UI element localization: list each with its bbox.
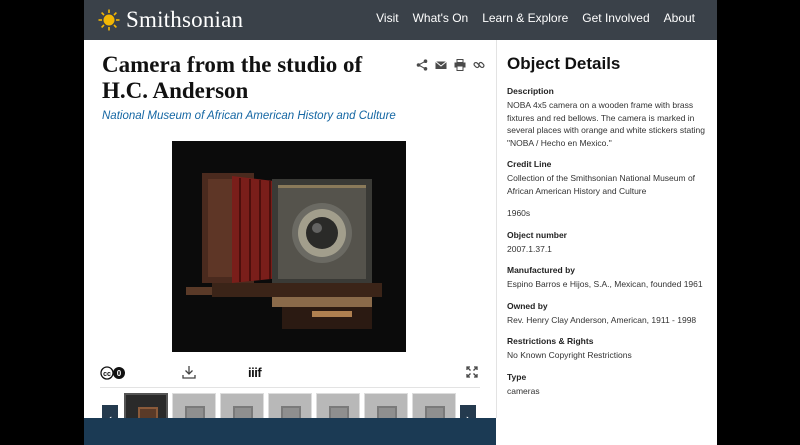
- owned-by-label: Owned by: [507, 300, 548, 311]
- type-value: cameras: [507, 385, 540, 396]
- museum-link[interactable]: National Museum of African American Hist…: [102, 110, 396, 122]
- details-panel-bottom: [496, 418, 717, 445]
- owned-by-value: Rev. Henry Clay Anderson, American, 1911…: [507, 314, 697, 325]
- restrictions-value: No Known Copyright Restrictions: [507, 350, 632, 360]
- type-label: Type: [507, 371, 527, 382]
- smithsonian-logo[interactable]: Smithsonian: [98, 7, 243, 33]
- nav-whats-on[interactable]: What's On: [413, 11, 469, 25]
- credit-line-label: Credit Line: [507, 159, 552, 169]
- expand-icon[interactable]: [466, 365, 478, 383]
- object-number-value: 2007.1.37.1: [507, 243, 552, 254]
- title-line-1: Camera from the studio of: [102, 52, 363, 77]
- nav-about[interactable]: About: [664, 11, 695, 25]
- title-line-2: H.C. Anderson: [102, 78, 249, 103]
- link-icon[interactable]: [473, 58, 485, 70]
- logo-text: Smithsonian: [126, 7, 244, 32]
- date-value: 1960s: [507, 208, 531, 218]
- description-label: Description: [507, 86, 554, 96]
- restrictions-label: Restrictions & Rights: [507, 336, 594, 346]
- object-details-panel: Object Details Description NOBA 4x5 came…: [497, 40, 717, 418]
- svg-text:cc: cc: [103, 371, 111, 378]
- camera-photo: [172, 141, 406, 352]
- page-title: Camera from the studio of H.C. Anderson: [102, 52, 402, 104]
- object-number-label: Object number: [507, 229, 567, 240]
- credit-line-value: Collection of the Smithsonian National M…: [507, 173, 696, 196]
- share-toolbar: [416, 58, 485, 71]
- toolbar-divider: [100, 387, 480, 388]
- object-image[interactable]: [172, 141, 406, 352]
- svg-text:0: 0: [117, 369, 122, 378]
- iiif-button[interactable]: iiif: [248, 365, 262, 380]
- main-content: Camera from the studio of H.C. Anderson …: [84, 40, 717, 418]
- nav-get-involved[interactable]: Get Involved: [582, 11, 649, 25]
- print-icon[interactable]: [454, 58, 466, 71]
- email-icon[interactable]: [435, 58, 447, 70]
- manufactured-by-value: Espino Barros e Hijos, S.A., Mexican, fo…: [507, 279, 703, 289]
- manufactured-by-label: Manufactured by: [507, 265, 576, 275]
- cc0-license-icon[interactable]: cc 0: [100, 366, 126, 385]
- nav-visit[interactable]: Visit: [376, 11, 398, 25]
- object-media-panel: Camera from the studio of H.C. Anderson …: [84, 40, 496, 418]
- site-header: Smithsonian Visit What's On Learn & Expl…: [84, 0, 717, 40]
- details-heading: Object Details: [507, 54, 621, 73]
- download-icon[interactable]: [182, 365, 196, 384]
- nav-learn-explore[interactable]: Learn & Explore: [482, 11, 568, 25]
- main-nav: Visit What's On Learn & Explore Get Invo…: [376, 0, 695, 36]
- sun-logo-icon: [98, 9, 120, 31]
- share-icon[interactable]: [416, 58, 428, 71]
- description-value: NOBA 4x5 camera on a wooden frame with b…: [507, 100, 705, 148]
